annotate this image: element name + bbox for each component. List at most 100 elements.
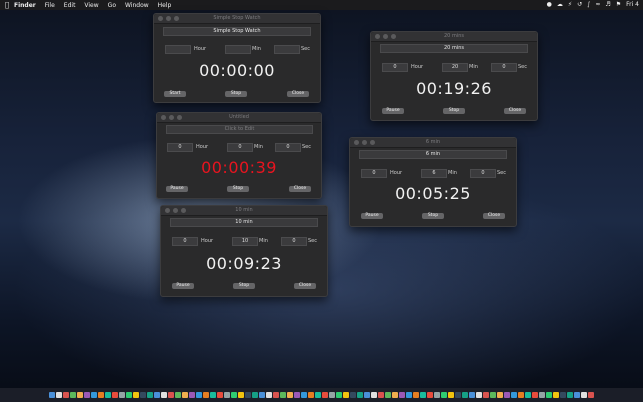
dock-app-icon[interactable] (588, 392, 594, 398)
dock-app-icon[interactable] (308, 392, 314, 398)
dock-app-icon[interactable] (567, 392, 573, 398)
dock-app-icon[interactable] (105, 392, 111, 398)
dock-app-icon[interactable] (469, 392, 475, 398)
dock-app-icon[interactable] (203, 392, 209, 398)
dock-app-icon[interactable] (322, 392, 328, 398)
min-field[interactable]: 6 (421, 169, 447, 178)
bluetooth-icon[interactable]: ∫ (587, 1, 590, 8)
dock-app-icon[interactable] (511, 392, 517, 398)
timer-name-field[interactable]: 20 mins (380, 44, 528, 53)
cloud-icon[interactable]: ☁ (557, 1, 563, 8)
sec-field[interactable] (274, 45, 300, 54)
dock-app-icon[interactable] (427, 392, 433, 398)
dock-app-icon[interactable] (224, 392, 230, 398)
dock-app-icon[interactable] (378, 392, 384, 398)
dock-app-icon[interactable] (497, 392, 503, 398)
min-field[interactable]: 10 (232, 237, 258, 246)
stop-button[interactable]: Stop (227, 186, 249, 192)
dock-app-icon[interactable] (553, 392, 559, 398)
close-button[interactable]: Close (287, 91, 309, 97)
menu-view[interactable]: View (84, 2, 98, 9)
hour-field[interactable]: 0 (167, 143, 193, 152)
title-bar[interactable]: Simple Stop Watch (154, 14, 320, 24)
dock-app-icon[interactable] (546, 392, 552, 398)
menu-help[interactable]: Help (158, 2, 172, 9)
hour-field[interactable]: 0 (382, 63, 408, 72)
dock-app-icon[interactable] (420, 392, 426, 398)
wifi-icon[interactable]: ≈ (595, 1, 600, 8)
close-button[interactable]: Close (294, 283, 316, 289)
apple-menu-icon[interactable]:  (0, 1, 14, 9)
dock-app-icon[interactable] (245, 392, 251, 398)
menu-go[interactable]: Go (108, 2, 116, 9)
volume-icon[interactable]: ♬ (605, 1, 610, 8)
creative-cloud-icon[interactable]: ● (547, 1, 552, 8)
stop-button[interactable]: Stop (233, 283, 255, 289)
dock-app-icon[interactable] (140, 392, 146, 398)
dock-app-icon[interactable] (77, 392, 83, 398)
dock-app-icon[interactable] (350, 392, 356, 398)
menu-file[interactable]: File (45, 2, 55, 9)
title-bar[interactable]: Untitled (157, 113, 321, 123)
dock-app-icon[interactable] (315, 392, 321, 398)
dock-app-icon[interactable] (385, 392, 391, 398)
dock-app-icon[interactable] (231, 392, 237, 398)
dock-app-icon[interactable] (210, 392, 216, 398)
hour-field[interactable]: 0 (361, 169, 387, 178)
pause-button[interactable]: Pause (382, 108, 404, 114)
dock-app-icon[interactable] (63, 392, 69, 398)
close-button[interactable]: Close (504, 108, 526, 114)
stop-button[interactable]: Stop (443, 108, 465, 114)
dock-app-icon[interactable] (434, 392, 440, 398)
dock-app-icon[interactable] (49, 392, 55, 398)
dock-app-icon[interactable] (112, 392, 118, 398)
hour-field[interactable]: 0 (172, 237, 198, 246)
dock-app-icon[interactable] (133, 392, 139, 398)
dock-app-icon[interactable] (462, 392, 468, 398)
dock-app-icon[interactable] (161, 392, 167, 398)
dock-app-icon[interactable] (532, 392, 538, 398)
time-machine-icon[interactable]: ↺ (577, 1, 582, 8)
menu-window[interactable]: Window (125, 2, 149, 9)
min-field[interactable]: 0 (227, 143, 253, 152)
clock-text[interactable]: Fri 4 (626, 1, 639, 8)
stop-button[interactable]: Stop (422, 213, 444, 219)
dock-app-icon[interactable] (455, 392, 461, 398)
sec-field[interactable]: 0 (470, 169, 496, 178)
dock-app-icon[interactable] (98, 392, 104, 398)
title-bar[interactable]: 6 min (350, 138, 516, 148)
dock-app-icon[interactable] (518, 392, 524, 398)
dock-app-icon[interactable] (539, 392, 545, 398)
dock-app-icon[interactable] (392, 392, 398, 398)
pause-button[interactable]: Pause (166, 186, 188, 192)
dock-app-icon[interactable] (168, 392, 174, 398)
dock-app-icon[interactable] (413, 392, 419, 398)
dock-app-icon[interactable] (56, 392, 62, 398)
dock-app-icon[interactable] (126, 392, 132, 398)
dock-app-icon[interactable] (147, 392, 153, 398)
menu-finder[interactable]: Finder (14, 2, 36, 9)
sec-field[interactable]: 0 (275, 143, 301, 152)
dock-app-icon[interactable] (406, 392, 412, 398)
dock-app-icon[interactable] (560, 392, 566, 398)
dock-app-icon[interactable] (280, 392, 286, 398)
pause-button[interactable]: Pause (172, 283, 194, 289)
sec-field[interactable]: 0 (491, 63, 517, 72)
dock-app-icon[interactable] (189, 392, 195, 398)
dock-app-icon[interactable] (490, 392, 496, 398)
dock-app-icon[interactable] (329, 392, 335, 398)
dock-app-icon[interactable] (448, 392, 454, 398)
dock-app-icon[interactable] (175, 392, 181, 398)
close-button[interactable]: Close (289, 186, 311, 192)
menu-edit[interactable]: Edit (64, 2, 76, 9)
flag-icon[interactable]: ⚑ (616, 1, 621, 8)
min-field[interactable] (225, 45, 251, 54)
dock-app-icon[interactable] (357, 392, 363, 398)
dock-app-icon[interactable] (252, 392, 258, 398)
dock-app-icon[interactable] (259, 392, 265, 398)
pause-button[interactable]: Pause (361, 213, 383, 219)
dock-app-icon[interactable] (70, 392, 76, 398)
dock-app-icon[interactable] (84, 392, 90, 398)
dock-app-icon[interactable] (273, 392, 279, 398)
dock-app-icon[interactable] (483, 392, 489, 398)
